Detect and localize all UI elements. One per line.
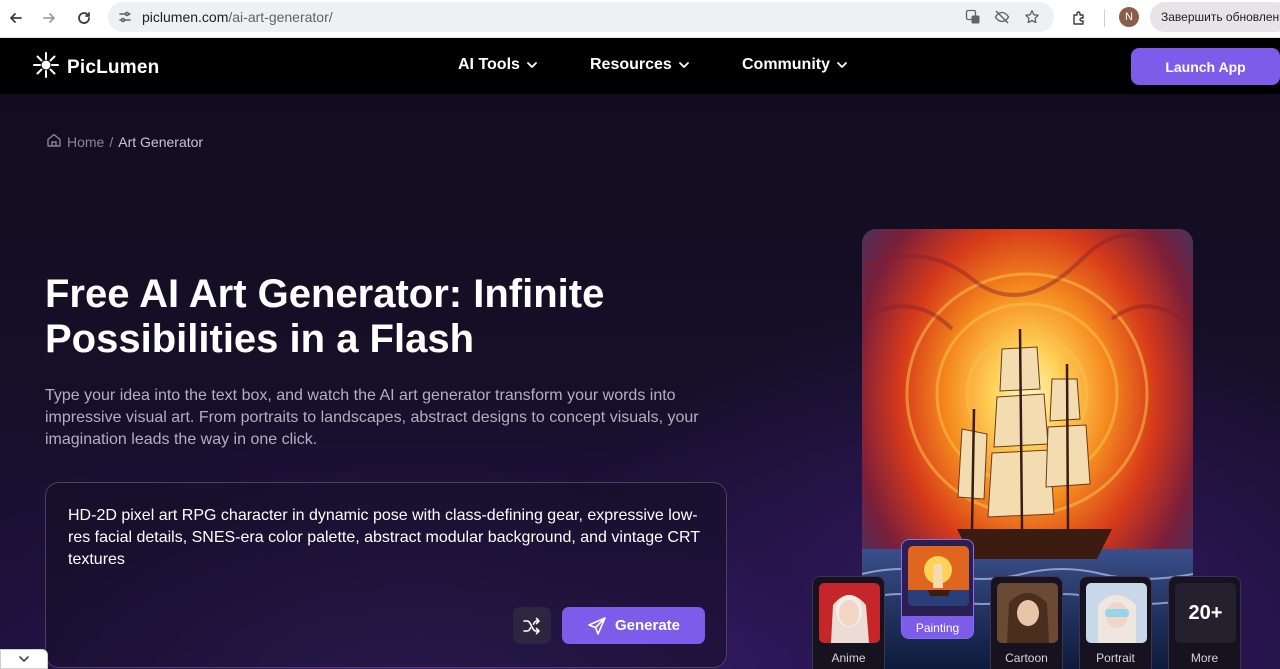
anime-thumbnail <box>819 583 880 643</box>
nav-community-label: Community <box>742 56 830 73</box>
finish-update-button[interactable]: Завершить обновление <box>1150 2 1280 32</box>
site-header: PicLumen AI Tools Resources Community La… <box>0 38 1280 94</box>
shuffle-button[interactable] <box>513 607 551 644</box>
star-icon[interactable] <box>1023 8 1041 26</box>
chevron-down-icon <box>837 62 847 68</box>
site-settings-icon[interactable] <box>116 8 134 26</box>
forward-icon[interactable] <box>37 6 61 30</box>
extensions-icon[interactable] <box>1067 6 1091 30</box>
breadcrumb-separator: / <box>109 133 114 150</box>
prompt-text[interactable]: HD-2D pixel art RPG character in dynamic… <box>68 505 708 571</box>
nav-community[interactable]: Community <box>742 56 848 74</box>
breadcrumb: Home / Art Generator <box>46 132 203 151</box>
profile-avatar[interactable]: N <box>1119 7 1139 27</box>
hero-section: Home / Art Generator Free AI Art Generat… <box>0 94 1280 669</box>
style-card-portrait[interactable]: Portrait <box>1079 576 1152 669</box>
style-label: Anime <box>831 651 866 665</box>
style-card-painting[interactable]: Painting <box>901 539 974 639</box>
nav-resources-label: Resources <box>590 56 672 73</box>
home-icon[interactable] <box>46 132 62 151</box>
style-card-cartoon[interactable]: Cartoon <box>990 576 1063 669</box>
address-bar[interactable]: piclumen.com/ai-art-generator/ <box>108 2 1054 32</box>
send-icon <box>588 616 606 635</box>
nav-ai-tools[interactable]: AI Tools <box>458 56 538 74</box>
style-card-more[interactable]: 20+ More <box>1168 576 1241 669</box>
breadcrumb-home[interactable]: Home <box>67 134 104 150</box>
style-label: Cartoon <box>1005 651 1048 665</box>
launch-app-button[interactable]: Launch App <box>1131 48 1280 85</box>
chevron-down-icon <box>678 62 689 68</box>
chevron-down-icon <box>19 656 29 662</box>
logo-text: PicLumen <box>67 56 160 78</box>
cartoon-thumbnail <box>997 583 1058 643</box>
generate-button[interactable]: Generate <box>562 607 705 644</box>
shuffle-icon <box>523 617 540 634</box>
style-label: Portrait <box>1096 651 1135 665</box>
style-card-anime[interactable]: Anime <box>812 576 885 669</box>
logo-icon <box>32 51 60 84</box>
page-title: Free AI Art Generator: Infinite Possibil… <box>45 272 605 361</box>
logo[interactable]: PicLumen <box>32 51 159 84</box>
browser-toolbar: piclumen.com/ai-art-generator/ N Заверши… <box>0 0 1280 38</box>
back-icon[interactable] <box>4 6 28 30</box>
style-label: Painting <box>902 616 973 638</box>
reload-icon[interactable] <box>72 6 96 30</box>
nav-ai-tools-label: AI Tools <box>458 56 520 73</box>
translate-icon[interactable] <box>964 8 982 26</box>
url-text: piclumen.com/ai-art-generator/ <box>142 9 333 25</box>
nav-resources[interactable]: Resources <box>590 56 690 74</box>
toolbar-divider <box>1104 9 1105 27</box>
painting-thumbnail <box>908 546 969 606</box>
more-count: 20+ <box>1175 583 1236 643</box>
collapse-tab[interactable] <box>0 649 48 669</box>
portrait-thumbnail <box>1086 583 1147 643</box>
chevron-down-icon <box>527 62 537 68</box>
style-label: More <box>1190 651 1219 665</box>
page-description: Type your idea into the text box, and wa… <box>45 387 699 448</box>
prompt-input[interactable]: HD-2D pixel art RPG character in dynamic… <box>45 482 727 668</box>
generate-label: Generate <box>614 617 681 634</box>
breadcrumb-current: Art Generator <box>118 133 204 150</box>
eye-off-icon[interactable] <box>993 8 1011 26</box>
